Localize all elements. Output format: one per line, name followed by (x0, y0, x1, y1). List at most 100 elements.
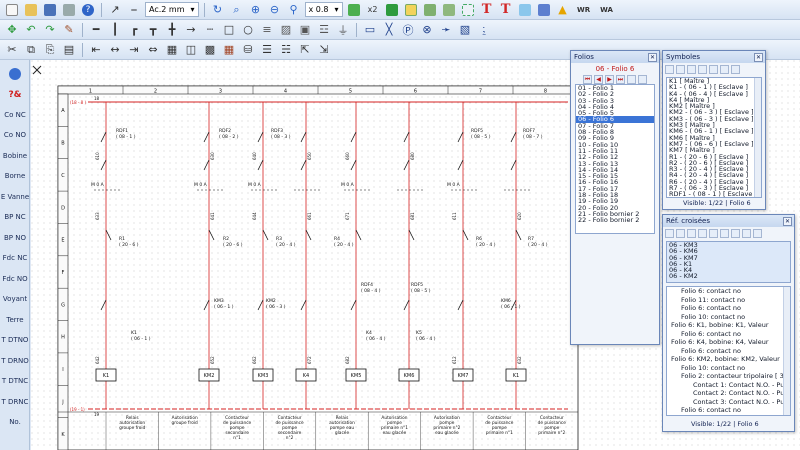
circle-icon[interactable]: ○ (240, 22, 256, 38)
ground-icon[interactable]: ⏚ (335, 22, 351, 38)
next-folio-icon[interactable]: ▶ (605, 75, 614, 84)
warning-icon[interactable]: ▲ (555, 2, 571, 18)
refresh-icon[interactable] (709, 229, 718, 238)
select-area-icon[interactable] (460, 2, 476, 18)
database-icon[interactable]: ⛁ (240, 42, 256, 58)
contact-icon[interactable]: ╳ (381, 22, 397, 38)
symboles-panel[interactable]: Symboles ✕ K1 [ Maître ] K1 - ( 06 - 1 ) [… (662, 50, 766, 210)
ref-tree-item[interactable]: Folio 10: contact no (667, 313, 790, 322)
distribute-icon[interactable]: ⇔ (145, 42, 161, 58)
search-icon[interactable]: ⚲ (286, 2, 302, 18)
close-icon[interactable]: ✕ (754, 52, 763, 62)
rotate-icon[interactable] (441, 2, 457, 18)
expand-icon[interactable] (742, 229, 751, 238)
palette-top-icon[interactable] (9, 68, 21, 80)
palette-item-borne[interactable]: Borne (0, 172, 30, 180)
folios-list[interactable]: 01 - Folio 1 02 - Folio 2 03 - Folio 3 04 -… (575, 84, 655, 234)
filter-icon[interactable] (665, 229, 674, 238)
folio-item[interactable]: 22 - Folio bornier 2 (576, 217, 654, 224)
breaker-icon[interactable]: ⍮ (476, 22, 492, 38)
align-left-icon[interactable]: ⇤ (88, 42, 104, 58)
sort-za-icon[interactable] (698, 65, 707, 74)
layer-icon[interactable]: ◫ (183, 42, 199, 58)
new-icon[interactable] (4, 2, 20, 18)
coil-icon[interactable]: ▭ (362, 22, 378, 38)
pointer-icon[interactable]: ↗ (107, 2, 123, 18)
refresh-icon[interactable]: ↻ (210, 2, 226, 18)
palette-item-bobine[interactable]: Bobine (0, 152, 30, 160)
move-icon[interactable]: ✥ (4, 22, 20, 38)
palette-item-co-nc[interactable]: Co NC (0, 111, 30, 119)
binoculars-icon[interactable] (720, 229, 729, 238)
first-folio-icon[interactable]: ⏮ (583, 75, 592, 84)
scrollbar[interactable] (754, 78, 761, 197)
chart-icon[interactable] (536, 2, 552, 18)
export-icon[interactable]: ⇱ (297, 42, 313, 58)
settings-icon[interactable] (731, 229, 740, 238)
ref-tree-item[interactable]: Folio 10: contact no (667, 364, 790, 373)
component-icon[interactable] (346, 2, 362, 18)
ref-tree-item[interactable]: Folio 6: K4, bobine: K4, Valeur (667, 338, 790, 347)
close-icon[interactable]: ✕ (648, 52, 657, 62)
palette-item-voyant[interactable]: Voyant (0, 295, 30, 303)
x2-icon[interactable]: x2 (365, 2, 381, 18)
image-icon[interactable] (517, 2, 533, 18)
redo-icon[interactable]: ↷ (42, 22, 58, 38)
ref-tree-item[interactable]: Folio 6: contact no (667, 406, 790, 415)
ref-tree-item[interactable]: Contact 2: Contact N.O. - Puissanc (667, 389, 790, 398)
palette-item-t-dtno[interactable]: T DTNO (0, 336, 30, 344)
refs-titlebar[interactable]: Réf. croisées ✕ (663, 215, 794, 227)
folios-titlebar[interactable]: Folios ✕ (571, 51, 659, 63)
ref-tree-item[interactable]: Contact 1: Contact N.O. - Puissanc (667, 381, 790, 390)
tee-icon[interactable]: ┳ (145, 22, 161, 38)
settings-icon[interactable] (731, 65, 740, 74)
text-T-icon[interactable]: T (479, 2, 495, 18)
tools-icon[interactable] (638, 75, 647, 84)
wire-icon[interactable]: ━ (88, 22, 104, 38)
refs-list[interactable]: 06 - KM3 06 - KM6 06 - KM7 06 - K1 06 - K4 06… (666, 241, 791, 283)
bom-icon[interactable]: ☵ (278, 42, 294, 58)
ref-tree-item[interactable]: Folio 6: contact no (667, 347, 790, 356)
motor-icon[interactable]: Ⓟ (400, 22, 416, 38)
clipboard-icon[interactable]: ▤ (61, 42, 77, 58)
line-style-select[interactable]: Ac.2 mm ▾ (145, 2, 199, 17)
palette-item-fdc-no[interactable]: Fdc NO (0, 275, 30, 283)
ref-item[interactable]: 06 - KM2 (667, 273, 790, 280)
palette-item-t-drno[interactable]: T DRNO (0, 357, 30, 365)
sort-az-icon[interactable] (687, 229, 696, 238)
symbol-item[interactable]: RDF1 - ( 08 - 1 ) [ Esclave ] (667, 191, 761, 197)
folios-panel[interactable]: Folios ✕ 06 - Folio 6 ⏮ ◀ ▶ ⏭ 01 - Folio … (570, 50, 660, 345)
search-icon[interactable] (676, 229, 685, 238)
corner-icon[interactable]: ┏ (126, 22, 142, 38)
palette-item-e-vanne[interactable]: E Vanne (0, 193, 30, 201)
switch-icon[interactable]: ➛ (438, 22, 454, 38)
symboles-list[interactable]: K1 [ Maître ] K1 - ( 06 - 1 ) [ Esclave ]… (666, 77, 762, 198)
open-icon[interactable] (23, 2, 39, 18)
fuse-icon[interactable]: ▧ (457, 22, 473, 38)
prev-folio-icon[interactable]: ◀ (594, 75, 603, 84)
line-icon[interactable]: ⎯ (126, 2, 142, 18)
refs-tree[interactable]: Folio 6: contact no Folio 11: contact no F… (666, 286, 791, 416)
palette-item-bp-no[interactable]: BP NO (0, 234, 30, 242)
palette-item-t-dtnc[interactable]: T DTNC (0, 377, 30, 385)
delete-block-icon[interactable] (403, 2, 419, 18)
wr-icon[interactable]: WR (574, 2, 594, 18)
zoom-in-icon[interactable]: ⊕ (248, 2, 264, 18)
ref-tree-item[interactable]: Folio 2: contacteur tripolaire [ 3 Cont (667, 372, 790, 381)
align-right-icon[interactable]: ⇥ (126, 42, 142, 58)
book-icon[interactable]: ▦ (221, 42, 237, 58)
ref-tree-item[interactable]: Folio 6: contact no (667, 330, 790, 339)
wire-vertical-icon[interactable]: ┃ (107, 22, 123, 38)
table-icon[interactable]: ▩ (202, 42, 218, 58)
symboles-titlebar[interactable]: Symboles ✕ (663, 51, 765, 63)
palette-item-terre[interactable]: Terre (0, 316, 30, 324)
refresh-icon[interactable] (709, 65, 718, 74)
refs-panel[interactable]: Réf. croisées ✕ 06 - KM3 06 - KM6 06 - KM7 0… (662, 214, 795, 432)
import-icon[interactable]: ⇲ (316, 42, 332, 58)
terminal-icon[interactable]: ▣ (297, 22, 313, 38)
help-icon[interactable]: ? (80, 2, 96, 18)
lamp-icon[interactable]: ⊗ (419, 22, 435, 38)
cable-icon[interactable]: ☲ (316, 22, 332, 38)
sort-az-icon[interactable] (687, 65, 696, 74)
ref-tree-item[interactable]: Folio 6: KM2, bobine: KM2, Valeur (667, 355, 790, 364)
